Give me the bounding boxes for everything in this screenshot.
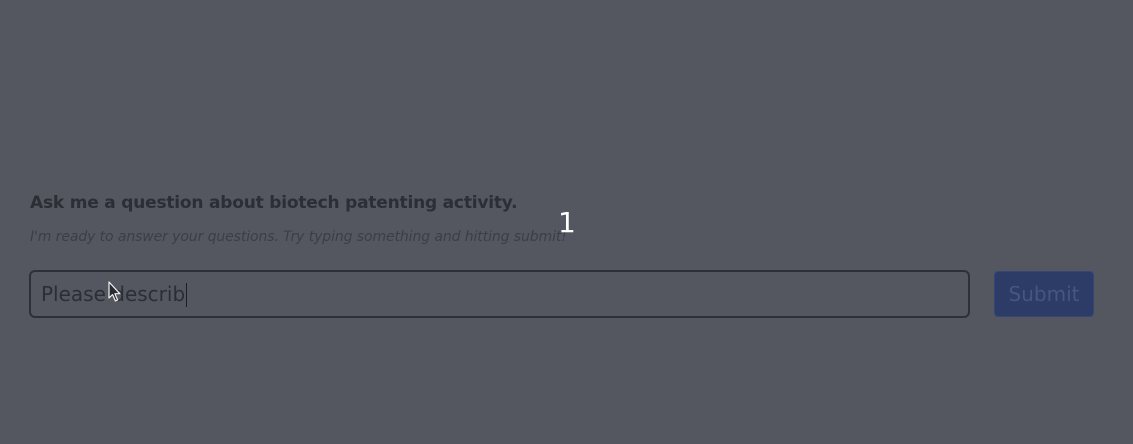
submit-button[interactable]: Submit (994, 271, 1094, 317)
step-number-overlay: 1 (558, 206, 576, 239)
prompt-heading: Ask me a question about biotech patentin… (30, 193, 518, 213)
mouse-pointer-icon (108, 281, 121, 302)
text-caret (186, 282, 188, 307)
question-input[interactable]: Please describ (29, 270, 970, 318)
prompt-subtext: I'm ready to answer your questions. Try … (30, 229, 567, 245)
